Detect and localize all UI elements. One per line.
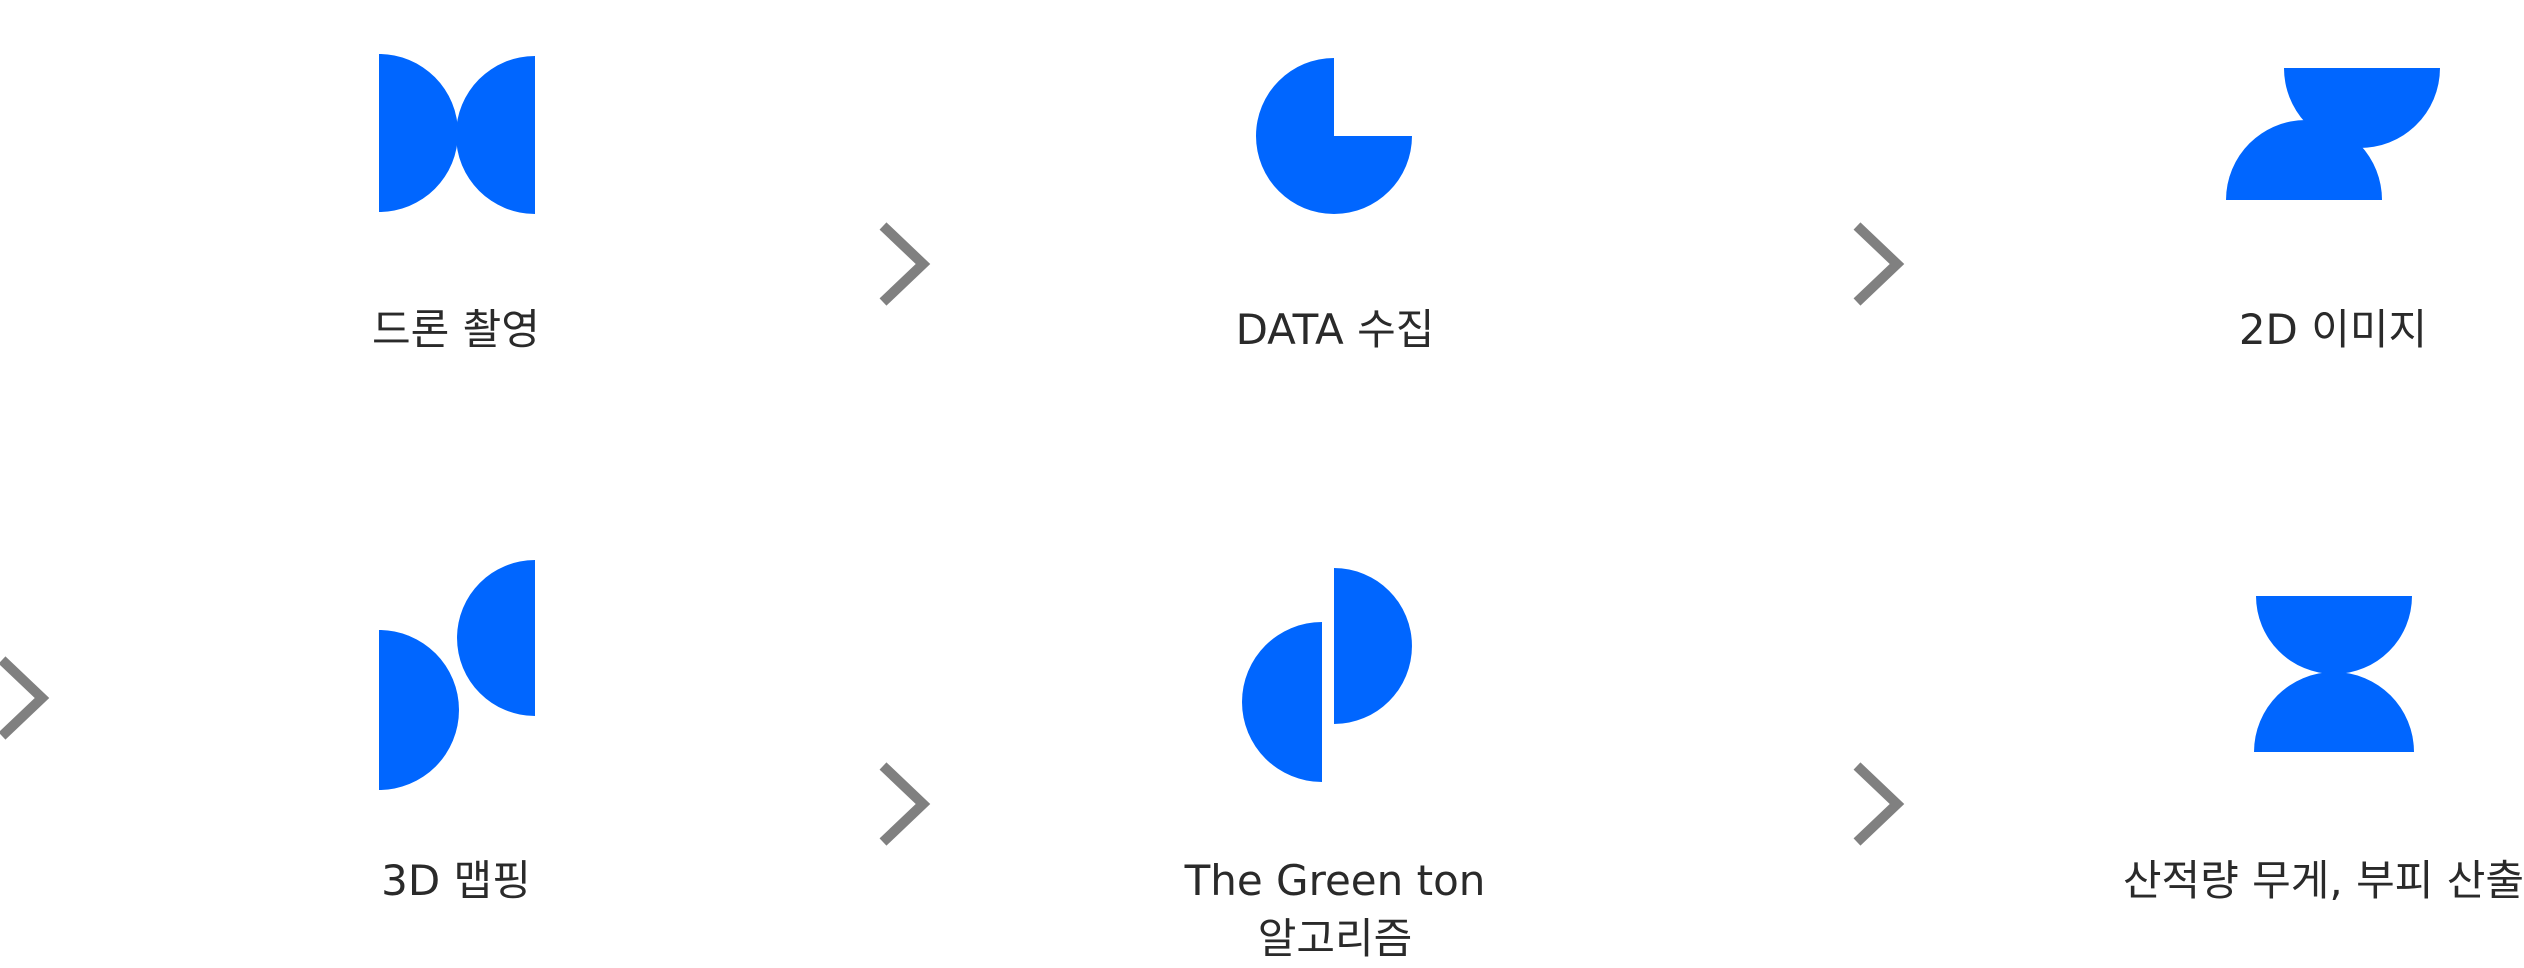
- step-label-drone-capture: 드론 촬영: [372, 305, 540, 354]
- step-label-3d-mapping: 3D 맵핑: [381, 856, 531, 905]
- hourglass-halfcircles-icon: [2254, 596, 2414, 752]
- offset-halfcircles-icon: [379, 560, 535, 790]
- pie-three-quarter-icon: [1256, 58, 1412, 214]
- step-label-green-ton-algorithm: The Green ton 알고리즘: [1135, 852, 1535, 968]
- chevron-right-icon: [0, 656, 50, 740]
- step-label-line1: The Green ton: [1184, 856, 1486, 905]
- split-halfcircles-icon: [1242, 568, 1412, 782]
- step-label-2d-image: 2D 이미지: [2238, 305, 2428, 354]
- z-halfcircles-icon: [2226, 68, 2440, 200]
- step-label-data-collection: DATA 수집: [1235, 305, 1435, 354]
- chevron-right-icon: [1853, 222, 1905, 306]
- step-label-line2: 알고리즘: [1257, 914, 1413, 963]
- step-label-volume-weight: 산적량 무게, 부피 산출: [2122, 856, 2524, 905]
- chevron-right-icon: [1853, 762, 1905, 846]
- bowtie-halfcircles-icon: [379, 54, 535, 214]
- chevron-right-icon: [879, 222, 931, 306]
- chevron-right-icon: [879, 762, 931, 846]
